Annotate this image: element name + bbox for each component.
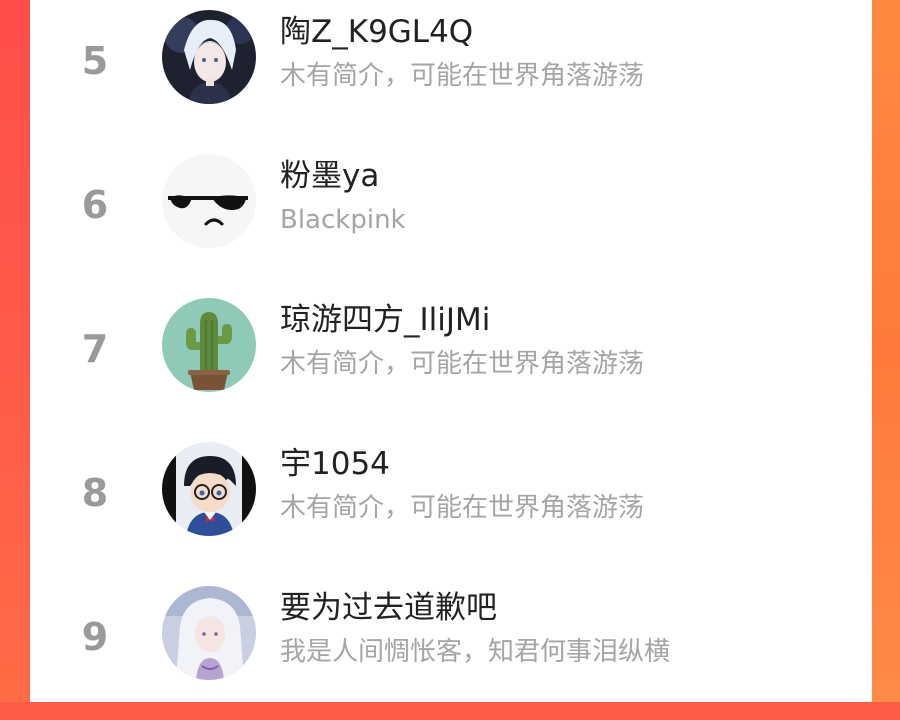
list-item[interactable]: 9 要为过去道歉吧 我是人间惆怅客，知君何事泪纵横 (30, 576, 872, 720)
rank-number: 8 (81, 471, 109, 515)
username[interactable]: 陶Z_K9GL4Q (280, 12, 473, 52)
rank-number: 5 (81, 39, 109, 83)
list-item[interactable]: 7 琼游四方_IliJMi 木有简介，可能在世界角落游荡 (30, 288, 872, 432)
user-bio: 木有简介，可能在世界角落游荡 (280, 493, 645, 523)
username[interactable]: 宇1054 (280, 444, 390, 484)
anime-boy-avatar[interactable] (162, 10, 256, 104)
user-bio: 木有简介，可能在世界角落游荡 (280, 349, 645, 379)
rank-number: 7 (81, 327, 109, 371)
list-item[interactable]: 8 宇1054 木有简介，可能在世界角落游荡 (30, 432, 872, 576)
user-bio: 木有简介，可能在世界角落游荡 (280, 61, 645, 91)
rank-number: 6 (81, 183, 109, 227)
sunglasses-face-avatar[interactable] (162, 154, 256, 248)
user-bio: Blackpink (280, 205, 406, 235)
detective-conan-avatar[interactable] (162, 442, 256, 536)
cactus-avatar[interactable] (162, 298, 256, 392)
background-right (872, 0, 900, 702)
list-item[interactable]: 6 粉墨ya Blackpink (30, 144, 872, 288)
rank-number: 9 (81, 615, 109, 659)
username[interactable]: 粉墨ya (280, 156, 379, 196)
list-item[interactable]: 5 陶Z_K9GL4Q 木有简介，可能在世界角落游荡 (30, 0, 872, 144)
background-left (0, 0, 30, 702)
username[interactable]: 要为过去道歉吧 (280, 588, 497, 628)
white-hair-anime-avatar[interactable] (162, 586, 256, 680)
username[interactable]: 琼游四方_IliJMi (280, 300, 490, 340)
ranking-panel: 5 陶Z_K9GL4Q 木有简介，可能在世界角落游荡 6 粉墨ya Blackp… (30, 0, 872, 702)
user-bio: 我是人间惆怅客，知君何事泪纵横 (280, 637, 671, 667)
